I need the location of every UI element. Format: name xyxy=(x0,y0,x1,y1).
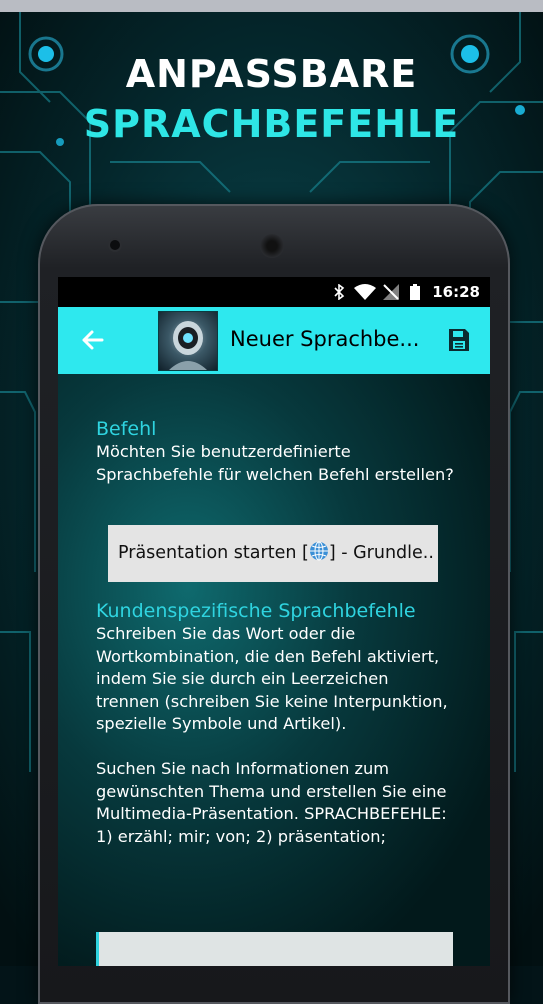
app-avatar-robot xyxy=(158,311,218,371)
top-strip xyxy=(0,0,543,12)
command-selector[interactable]: Präsentation starten [ ] - Grundle.. xyxy=(108,525,438,582)
custom-section-instructions: Schreiben Sie das Wort oder die Wortkomb… xyxy=(96,624,448,734)
app-bar-title: Neuer Sprachbe... xyxy=(230,327,420,351)
app-bar: Neuer Sprachbe... xyxy=(58,307,490,374)
battery-icon xyxy=(410,284,420,300)
no-signal-icon xyxy=(383,284,399,300)
voice-command-input[interactable] xyxy=(96,932,453,966)
command-selector-prefix: Präsentation starten [ xyxy=(118,543,309,563)
globe-icon xyxy=(309,541,328,561)
arrow-left-icon[interactable] xyxy=(78,325,108,355)
custom-commands-section: Kundenspezifische Sprachbefehle Schreibe… xyxy=(96,599,456,848)
form-content: Befehl Möchten Sie benutzerdefinierte Sp… xyxy=(96,417,456,486)
robot-icon xyxy=(169,321,207,370)
status-bar: 16:28 xyxy=(58,277,490,307)
status-time: 16:28 xyxy=(432,283,480,301)
earpiece-speaker xyxy=(260,234,284,258)
phone-screen: 16:28 Neuer Sprachbe... Befehl Möchten S… xyxy=(58,277,490,966)
command-section-heading: Befehl xyxy=(96,418,157,440)
command-section-description: Möchten Sie benutzerdefinierte Sprachbef… xyxy=(96,442,454,484)
custom-section-details: Suchen Sie nach Informationen zum gewüns… xyxy=(96,758,447,846)
promo-headline-line1: ANPASSBARE xyxy=(125,52,418,96)
custom-section-heading: Kundenspezifische Sprachbefehle xyxy=(96,600,416,622)
front-camera xyxy=(110,240,120,250)
wifi-icon xyxy=(354,284,376,300)
command-selector-suffix: ] - Grundle.. xyxy=(328,543,434,563)
promo-headline-line2: SPRACHBEFEHLE xyxy=(83,102,460,146)
bluetooth-icon xyxy=(334,284,345,300)
floppy-disk-icon[interactable] xyxy=(448,328,470,352)
